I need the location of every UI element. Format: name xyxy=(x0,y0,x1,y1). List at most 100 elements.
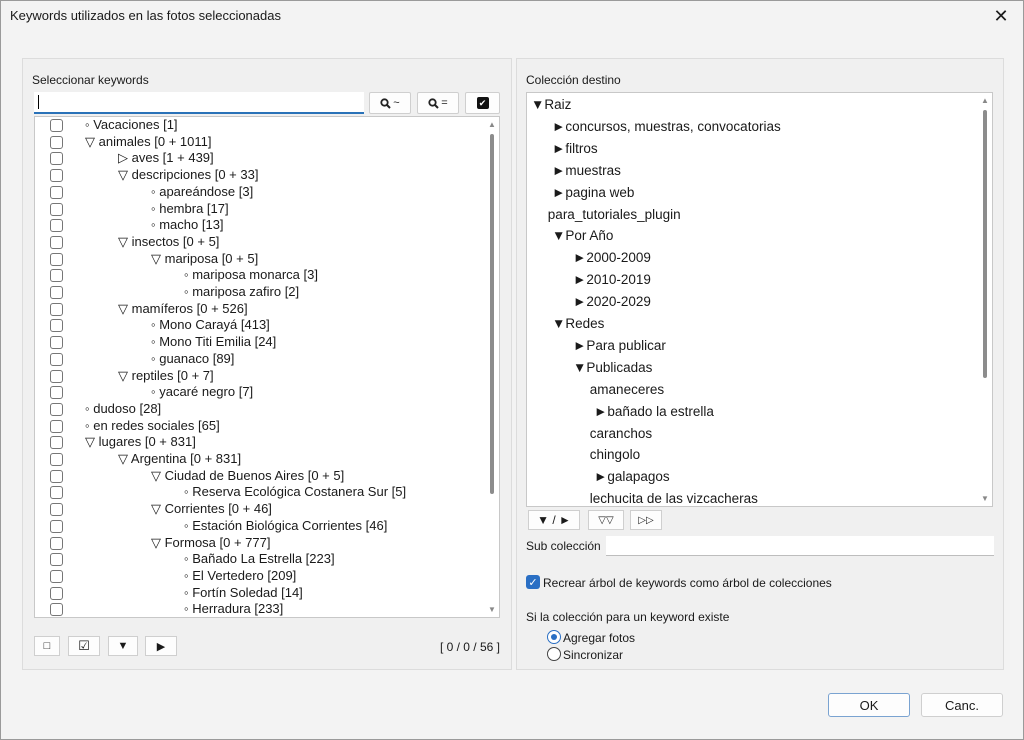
keyword-checkbox[interactable] xyxy=(50,569,63,583)
collection-row[interactable]: ►2020-2029 xyxy=(573,291,651,313)
subcoleccion-input[interactable] xyxy=(606,536,994,556)
collection-row[interactable]: ▼Publicadas xyxy=(573,357,652,379)
collection-scrollbar[interactable]: ▲ ▼ xyxy=(978,93,992,506)
keyword-checkbox[interactable] xyxy=(50,319,63,333)
keyword-checkbox[interactable] xyxy=(50,152,63,166)
keyword-row[interactable]: ▷ aves [1 + 439] xyxy=(35,150,485,167)
keyword-row[interactable]: ▽ Corrientes [0 + 46] xyxy=(35,501,485,518)
cancel-button[interactable]: Canc. xyxy=(921,693,1003,717)
keywords-tree[interactable]: ◦ Herradura [233] ◦ Fortín Soledad [14] ◦ … xyxy=(34,116,500,618)
keyword-row[interactable]: ◦ dudoso [28] xyxy=(35,401,485,418)
keyword-row[interactable]: ◦ Herradura [233] xyxy=(35,601,485,617)
keyword-row[interactable]: ▽ reptiles [0 + 7] xyxy=(35,368,485,385)
scroll-down-icon[interactable]: ▼ xyxy=(488,605,496,614)
keyword-row[interactable]: ◦ Bañado La Estrella [223] xyxy=(35,551,485,568)
check-visible-button[interactable]: ✔ xyxy=(465,92,500,114)
keyword-search-input[interactable] xyxy=(34,92,364,114)
collection-row[interactable]: para_tutoriales_plugin xyxy=(548,204,681,226)
scroll-thumb[interactable] xyxy=(490,134,494,494)
scroll-thumb[interactable] xyxy=(983,110,987,378)
keyword-checkbox[interactable] xyxy=(50,352,63,366)
keyword-row[interactable]: ◦ Mono Titi Emilia [24] xyxy=(35,334,485,351)
keyword-checkbox[interactable] xyxy=(50,553,63,567)
expand-all-button[interactable]: ▼ xyxy=(108,636,138,656)
sincronizar-radio[interactable] xyxy=(547,647,561,661)
keyword-checkbox[interactable] xyxy=(50,119,63,132)
expand-all-collections-button[interactable]: ▽▽ xyxy=(588,510,624,530)
expand-forward-button[interactable]: ▷▷ xyxy=(630,510,662,530)
scroll-down-icon[interactable]: ▼ xyxy=(981,494,989,503)
ok-button[interactable]: OK xyxy=(828,693,910,717)
keyword-checkbox[interactable] xyxy=(50,453,63,466)
keyword-row[interactable]: ◦ Estación Biológica Corrientes [46] xyxy=(35,518,485,535)
collection-row[interactable]: lechucita de las vizcacheras xyxy=(590,488,758,506)
collection-row[interactable]: ►muestras xyxy=(552,160,621,182)
keyword-row[interactable]: ▽ mariposa [0 + 5] xyxy=(35,251,485,268)
keyword-checkbox[interactable] xyxy=(50,235,63,249)
keyword-row[interactable]: ◦ Fortín Soledad [14] xyxy=(35,585,485,602)
collection-row[interactable]: ►Para publicar xyxy=(573,335,666,357)
collection-row[interactable]: ▼Raiz xyxy=(531,94,571,116)
collection-row[interactable]: caranchos xyxy=(590,423,652,445)
keyword-row[interactable]: ◦ Vacaciones [1] xyxy=(35,117,485,134)
collection-row[interactable]: amaneceres xyxy=(590,379,664,401)
collection-row[interactable]: chingolo xyxy=(590,444,640,466)
keyword-checkbox[interactable] xyxy=(50,135,63,149)
collection-row[interactable]: ►galapagos xyxy=(594,466,670,488)
collection-row[interactable]: ►filtros xyxy=(552,138,598,160)
scroll-up-icon[interactable]: ▲ xyxy=(981,96,989,105)
toggle-expand-button[interactable]: ▼ / ► xyxy=(528,510,580,530)
keyword-checkbox[interactable] xyxy=(50,503,63,517)
check-all-button[interactable]: ☑ xyxy=(68,636,100,656)
keyword-checkbox[interactable] xyxy=(50,519,63,533)
keyword-row[interactable]: ▽ insectos [0 + 5] xyxy=(35,234,485,251)
exact-search-button[interactable]: = xyxy=(417,92,459,114)
keyword-row[interactable]: ◦ El Vertedero [209] xyxy=(35,568,485,585)
collection-row[interactable]: ►pagina web xyxy=(552,182,634,204)
keyword-row[interactable]: ◦ en redes sociales [65] xyxy=(35,418,485,435)
keyword-row[interactable]: ◦ macho [13] xyxy=(35,217,485,234)
keyword-checkbox[interactable] xyxy=(50,386,63,400)
keyword-row[interactable]: ◦ yacaré negro [7] xyxy=(35,384,485,401)
collection-row[interactable]: ►2000-2009 xyxy=(573,247,651,269)
keyword-checkbox[interactable] xyxy=(50,419,63,433)
keyword-row[interactable]: ▽ Ciudad de Buenos Aires [0 + 5] xyxy=(35,468,485,485)
keyword-row[interactable]: ▽ Argentina [0 + 831] xyxy=(35,451,485,468)
keyword-row[interactable]: ◦ Reserva Ecológica Costanera Sur [5] xyxy=(35,484,485,501)
collection-row[interactable]: ▼Redes xyxy=(552,313,604,335)
keyword-checkbox[interactable] xyxy=(50,219,63,233)
collection-row[interactable]: ►bañado la estrella xyxy=(594,401,714,423)
keyword-checkbox[interactable] xyxy=(50,202,63,216)
keyword-row[interactable]: ▽ mamíferos [0 + 526] xyxy=(35,301,485,318)
keyword-checkbox[interactable] xyxy=(50,286,63,299)
keyword-checkbox[interactable] xyxy=(50,169,63,183)
keyword-checkbox[interactable] xyxy=(50,603,63,617)
keyword-row[interactable]: ▽ Formosa [0 + 777] xyxy=(35,535,485,552)
keyword-row[interactable]: ◦ mariposa monarca [3] xyxy=(35,267,485,284)
keyword-checkbox[interactable] xyxy=(50,185,63,199)
keyword-row[interactable]: ◦ apareándose [3] xyxy=(35,184,485,201)
keyword-row[interactable]: ◦ guanaco [89] xyxy=(35,351,485,368)
keyword-checkbox[interactable] xyxy=(50,436,63,450)
keyword-checkbox[interactable] xyxy=(50,469,63,483)
collapse-all-button[interactable]: ▶ xyxy=(145,636,177,656)
keyword-row[interactable]: ◦ mariposa zafiro [2] xyxy=(35,284,485,301)
keyword-checkbox[interactable] xyxy=(50,402,63,416)
keyword-checkbox[interactable] xyxy=(50,536,63,550)
fuzzy-search-button[interactable]: ~ xyxy=(369,92,411,114)
keyword-checkbox[interactable] xyxy=(50,336,63,350)
agregar-fotos-radio[interactable] xyxy=(547,630,561,644)
keyword-row[interactable]: ▽ lugares [0 + 831] xyxy=(35,434,485,451)
close-icon[interactable]: ✕ xyxy=(978,0,1024,32)
keyword-row[interactable]: ◦ hembra [17] xyxy=(35,201,485,218)
uncheck-all-button[interactable]: □ xyxy=(34,636,60,656)
keyword-checkbox[interactable] xyxy=(50,269,63,283)
recrear-checkbox[interactable]: ✓ xyxy=(526,575,540,589)
collection-row[interactable]: ►2010-2019 xyxy=(573,269,651,291)
collection-row[interactable]: ▼Por Año xyxy=(552,225,613,247)
keyword-checkbox[interactable] xyxy=(50,586,63,600)
keyword-row[interactable]: ▽ descripciones [0 + 33] xyxy=(35,167,485,184)
keyword-row[interactable]: ◦ Mono Carayá [413] xyxy=(35,317,485,334)
keyword-checkbox[interactable] xyxy=(50,486,63,500)
keyword-checkbox[interactable] xyxy=(50,302,63,316)
